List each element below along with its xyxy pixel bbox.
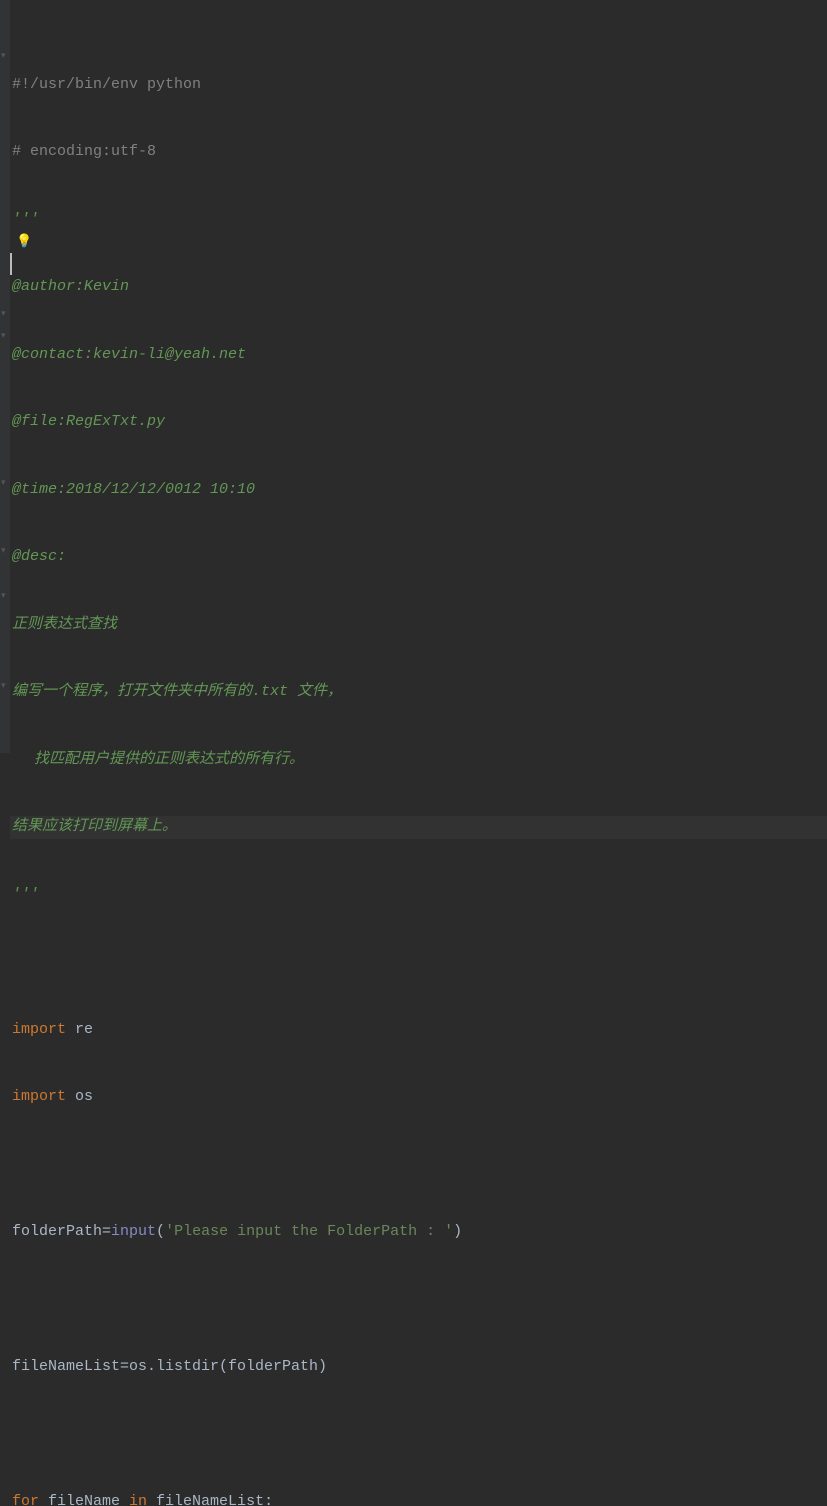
code-line[interactable]	[10, 1289, 827, 1312]
docstring: @author:Kevin	[12, 276, 129, 299]
code-line[interactable]: 正则表达式查找	[10, 614, 827, 637]
code-line-active[interactable]: 结果应该打印到屏幕上。	[10, 816, 827, 839]
paren: )	[453, 1221, 462, 1244]
docstring: @desc:	[12, 546, 66, 569]
code-line[interactable]: @file:RegExTxt.py	[10, 411, 827, 434]
fold-marker-icon: ▾	[1, 680, 6, 694]
keyword: in	[129, 1491, 147, 1506]
string: 'Please input the FolderPath : '	[165, 1221, 453, 1244]
docstring: @file:RegExTxt.py	[12, 411, 165, 434]
text-cursor	[10, 253, 12, 275]
code-line[interactable]: #!/usr/bin/env python	[10, 74, 827, 97]
code-line[interactable]: import os	[10, 1086, 827, 1109]
code-line[interactable]	[10, 1424, 827, 1447]
fold-marker-icon: ▾	[1, 308, 6, 322]
comment: # encoding:utf-8	[12, 141, 156, 164]
code-text: fileNameList:	[147, 1491, 273, 1506]
fold-marker-icon: ▾	[1, 545, 6, 559]
fold-marker-icon: ▾	[1, 590, 6, 604]
keyword: for	[12, 1491, 39, 1506]
code-line[interactable]: @contact:kevin-li@yeah.net	[10, 344, 827, 367]
code-line[interactable]	[10, 1154, 827, 1177]
keyword: import	[12, 1019, 66, 1042]
keyword: import	[12, 1086, 66, 1109]
code-line[interactable]: @author:Kevin	[10, 276, 827, 299]
docstring: '''	[12, 884, 39, 907]
docstring: 结果应该打印到屏幕上。	[12, 816, 177, 839]
code-line[interactable]: '''	[10, 209, 827, 232]
code-line[interactable]	[10, 951, 827, 974]
gutter: ▾ ▾ ▾ ▾ ▾ ▾ ▾	[0, 0, 10, 753]
identifier: re	[66, 1019, 93, 1042]
code-line[interactable]: 找匹配用户提供的正则表达式的所有行。	[10, 749, 827, 772]
docstring: 编写一个程序，打开文件夹中所有的.txt 文件，	[12, 681, 342, 704]
docstring: @contact:kevin-li@yeah.net	[12, 344, 246, 367]
code-area[interactable]: #!/usr/bin/env python # encoding:utf-8 '…	[10, 0, 827, 753]
paren: (	[156, 1221, 165, 1244]
code-line[interactable]: 编写一个程序，打开文件夹中所有的.txt 文件，	[10, 681, 827, 704]
code-line[interactable]: for fileName in fileNameList:	[10, 1491, 827, 1506]
code-line[interactable]: fileNameList=os.listdir(folderPath)	[10, 1356, 827, 1379]
docstring: 找匹配用户提供的正则表达式的所有行。	[12, 749, 304, 772]
builtin: input	[111, 1221, 156, 1244]
code-line[interactable]: folderPath=input('Please input the Folde…	[10, 1221, 827, 1244]
identifier: folderPath=	[12, 1221, 111, 1244]
code-line[interactable]: @desc:	[10, 546, 827, 569]
docstring: '''	[12, 209, 39, 232]
code-line[interactable]: '''	[10, 884, 827, 907]
identifier: os	[66, 1086, 93, 1109]
fold-marker-icon: ▾	[1, 477, 6, 491]
code-line[interactable]: import re	[10, 1019, 827, 1042]
code-text: fileNameList=os.listdir(folderPath)	[12, 1356, 327, 1379]
intention-bulb-icon[interactable]: 💡	[16, 232, 32, 252]
code-line[interactable]: # encoding:utf-8	[10, 141, 827, 164]
fold-marker-icon: ▾	[1, 330, 6, 344]
identifier: fileName	[39, 1491, 129, 1506]
fold-marker-icon: ▾	[1, 50, 6, 64]
code-editor[interactable]: ▾ ▾ ▾ ▾ ▾ ▾ ▾ 💡 #!/usr/bin/env python # …	[0, 0, 827, 753]
docstring: 正则表达式查找	[12, 614, 117, 637]
code-line[interactable]: @time:2018/12/12/0012 10:10	[10, 479, 827, 502]
comment: #!/usr/bin/env python	[12, 74, 201, 97]
docstring: @time:2018/12/12/0012 10:10	[12, 479, 255, 502]
